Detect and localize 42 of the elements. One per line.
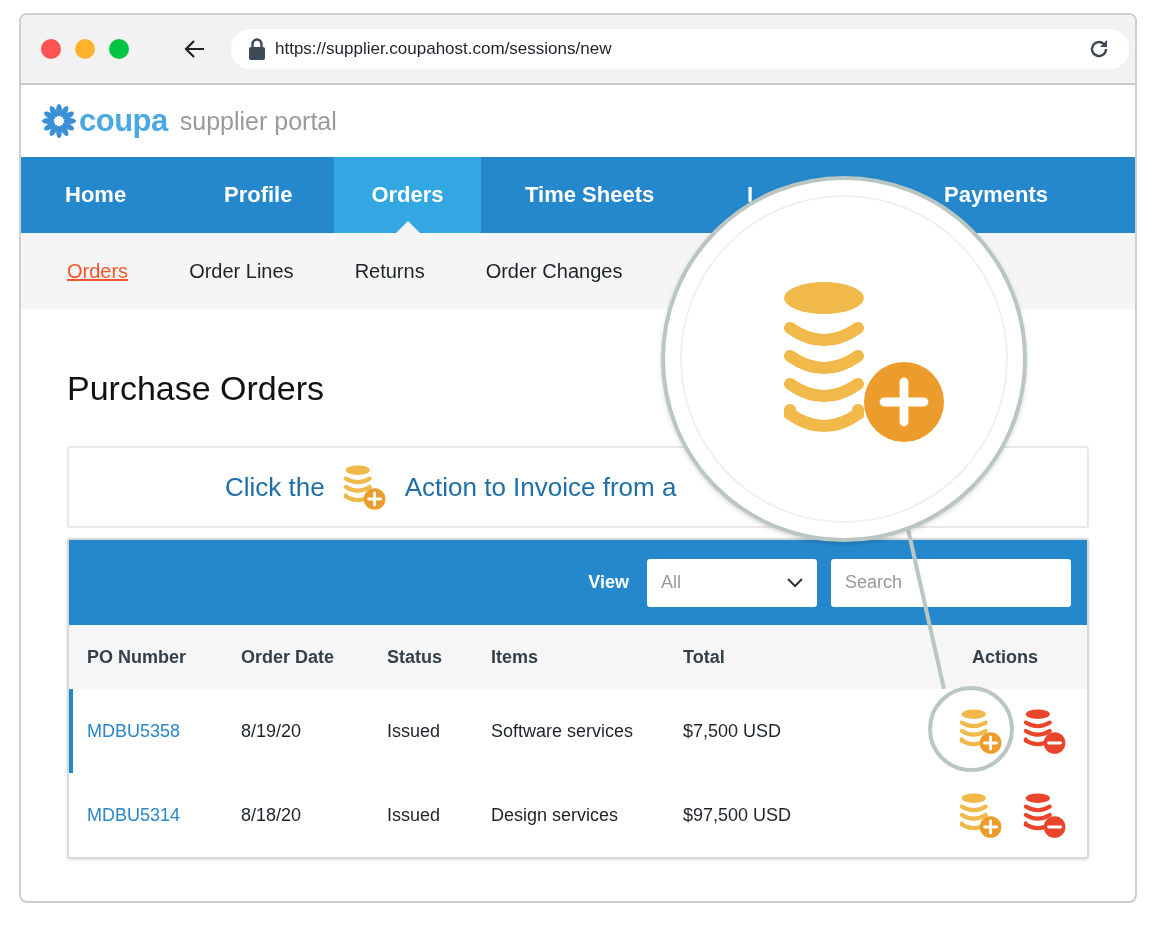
subnav-tab[interactable]: Order Changes bbox=[485, 259, 623, 283]
nav-tab[interactable]: Profile bbox=[224, 182, 293, 208]
nav-tab[interactable]: Time Sheets bbox=[525, 182, 655, 208]
po-link[interactable]: MDBU5358 bbox=[87, 720, 241, 742]
url-text: https://supplier.coupahost.com/sessions/new bbox=[275, 39, 613, 59]
column-header: Status bbox=[387, 646, 443, 668]
subnav-tab[interactable]: Order Lines bbox=[189, 259, 294, 283]
hint-text: Click the bbox=[225, 471, 325, 503]
chevron-down-icon bbox=[787, 577, 803, 588]
search-field[interactable]: Search bbox=[831, 558, 1071, 607]
minimize-icon[interactable] bbox=[75, 39, 95, 59]
nav-tab[interactable]: Orders bbox=[334, 157, 481, 233]
flower-logo-icon bbox=[41, 103, 77, 139]
nav-tab[interactable]: Home bbox=[65, 182, 127, 208]
portal-subtitle: supplier portal bbox=[179, 106, 337, 136]
address-bar[interactable]: https://supplier.coupahost.com/sessions/new bbox=[231, 29, 1129, 69]
po-link[interactable]: MDBU5314 bbox=[87, 804, 241, 826]
brand-name: coupa bbox=[79, 103, 168, 139]
column-header: Order Date bbox=[241, 646, 336, 668]
table-row[interactable]: MDBU5314 8/18/20 Issued Design services $97,500 USD bbox=[69, 773, 1087, 857]
subnav-tab[interactable]: Returns bbox=[354, 259, 425, 283]
table-cell-text: 8/18/20 bbox=[241, 804, 303, 826]
table-cell-text: Software services bbox=[491, 720, 635, 742]
page-title: Purchase Orders bbox=[67, 369, 325, 408]
maximize-icon[interactable] bbox=[109, 39, 129, 59]
hint-text: Action to Invoice from a bbox=[404, 471, 677, 503]
table-cell-text: 8/19/20 bbox=[241, 720, 303, 742]
subnav-tab[interactable]: Orders bbox=[67, 259, 129, 283]
table-cell-text: $7,500 USD bbox=[683, 720, 783, 742]
table-cell-text: Issued bbox=[387, 720, 442, 742]
table-cell-text: $97,500 USD bbox=[683, 804, 793, 826]
column-header: Items bbox=[491, 646, 540, 668]
view-label: View bbox=[588, 572, 629, 593]
table-cell-text: Issued bbox=[387, 804, 442, 826]
lock-icon bbox=[249, 38, 265, 60]
view-dropdown[interactable]: All bbox=[647, 558, 817, 607]
close-icon[interactable] bbox=[41, 39, 61, 59]
column-header: Total bbox=[683, 646, 726, 668]
column-header: Actions bbox=[971, 646, 1039, 668]
table-cell-text: Design services bbox=[491, 804, 620, 826]
column-header: PO Number bbox=[87, 646, 188, 668]
table-row[interactable]: MDBU5358 8/19/20 Issued Software services $7,500 USD bbox=[69, 689, 1087, 773]
